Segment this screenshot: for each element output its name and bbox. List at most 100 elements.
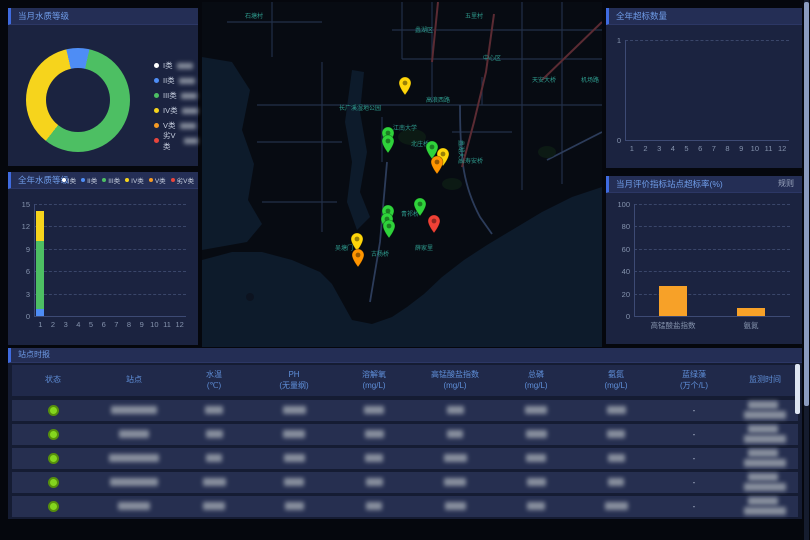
legend-dot: [154, 123, 159, 128]
x-axis-tick: 高锰酸盐指数: [639, 320, 707, 331]
page-scrollbar-track[interactable]: [804, 0, 809, 540]
legend-dot: [154, 63, 159, 68]
rules-link[interactable]: 规则: [778, 176, 794, 192]
redacted-value: [284, 454, 305, 462]
redacted-value: [111, 406, 157, 414]
value-redacted: [576, 454, 656, 464]
panel-station-table: 站点时报 状态站点水温(℃)PH(无量纲)溶解氧(mg/L)高锰酸盐指数(mg/…: [8, 348, 802, 519]
status-cell: [12, 501, 94, 512]
time-redacted: [732, 425, 798, 445]
y-axis-tick: 20: [610, 290, 630, 299]
value-redacted: [174, 430, 254, 440]
redacted-value: [526, 430, 547, 438]
page-scrollbar-thumb[interactable]: [804, 2, 809, 406]
gridline: [34, 316, 186, 317]
gridline: [34, 271, 186, 272]
station-map[interactable]: 石塘村五里村蠡湖区中心区天安大桥机场路高浪西路长广溪湿地公园江南大学北庄桥蠡湖大…: [202, 2, 602, 347]
table-row[interactable]: -: [12, 448, 798, 469]
status-indicator: [48, 453, 59, 464]
table-row[interactable]: -: [12, 424, 798, 445]
table-row[interactable]: -: [12, 496, 798, 517]
legend-label: III类: [163, 90, 177, 101]
redacted-value: [119, 430, 149, 438]
column-header: 状态: [12, 375, 94, 385]
column-header: 溶解氧(mg/L): [334, 370, 414, 391]
value-redacted: [334, 502, 414, 512]
legend-item: II类: [154, 73, 198, 88]
redacted-value: [744, 459, 786, 467]
y-axis-line: [625, 40, 626, 140]
legend-label: IV类: [131, 175, 144, 185]
map-label: 蠡湖大道: [457, 140, 465, 164]
value-redacted: [174, 478, 254, 488]
map-canvas: 石塘村五里村蠡湖区中心区天安大桥机场路高浪西路长广溪湿地公园江南大学北庄桥蠡湖大…: [202, 2, 602, 347]
redacted-value: [118, 502, 150, 510]
redacted-value: [605, 502, 628, 510]
redacted-value: [444, 454, 467, 462]
legend-label: IV类: [163, 105, 178, 116]
map-label: 长广溪湿地公园: [339, 104, 381, 112]
y-axis-tick: 6: [12, 267, 30, 276]
map-label: 寿安桥: [465, 157, 483, 165]
value-redacted: [174, 454, 254, 464]
gridline: [634, 204, 790, 205]
column-header: 监测时间: [732, 375, 798, 385]
legend-item: IV类: [125, 172, 144, 188]
legend-item: 劣V类: [154, 133, 198, 148]
redacted-value: [109, 454, 159, 462]
table-scrollbar-thumb[interactable]: [795, 364, 800, 414]
redacted-value: [206, 454, 222, 462]
value-redacted: [254, 502, 334, 512]
gridline: [34, 226, 186, 227]
legend-dot: [125, 178, 129, 182]
status-cell: [12, 405, 94, 416]
panel-station-table-header: 站点时报: [8, 348, 802, 363]
redacted-value: [744, 483, 786, 491]
value-redacted: [254, 478, 334, 488]
x-axis-tick: 12: [748, 144, 810, 153]
value-redacted: [576, 502, 656, 512]
donut-legend: I类II类III类IV类V类劣V类: [154, 58, 198, 148]
status-cell: [12, 429, 94, 440]
panel-month-grade-header: 当月水质等级: [8, 8, 198, 25]
legend-label: 劣V类: [177, 175, 194, 185]
year-exceed-bar-chart: 01123456789101112: [609, 30, 799, 164]
legend-dot: [154, 78, 159, 83]
redacted-value: [179, 78, 195, 84]
panel-year-exceed: 全年超标数量 01123456789101112: [606, 8, 802, 168]
redacted-value: [366, 478, 383, 486]
y-axis-line: [634, 204, 635, 316]
value-redacted: [254, 430, 334, 440]
value-redacted: [496, 502, 576, 512]
table-row[interactable]: -: [12, 472, 798, 493]
y-axis-tick: 1: [609, 36, 621, 45]
redacted-value: [608, 454, 625, 462]
value-redacted: [414, 430, 496, 440]
algae-cell: -: [656, 478, 732, 487]
redacted-value: [365, 454, 383, 462]
legend-label: V类: [155, 175, 166, 185]
water-quality-dashboard: 当月水质等级 I类II类III类IV类V类劣V类 全年水质等级 I类II类III…: [0, 0, 810, 540]
redacted-value: [748, 473, 778, 481]
column-header: 水温(℃): [174, 370, 254, 391]
panel-year-grade: 全年水质等级 I类II类III类IV类V类劣V类 036912151234567…: [8, 172, 198, 345]
legend-dot: [149, 178, 153, 182]
month-grade-donut-chart: [26, 48, 130, 152]
redacted-value: [447, 430, 463, 438]
time-redacted: [732, 401, 798, 421]
redacted-value: [203, 502, 225, 510]
legend-item: V类: [149, 172, 166, 188]
y-axis-tick: 60: [610, 245, 630, 254]
time-redacted: [732, 497, 798, 517]
gridline: [634, 226, 790, 227]
value-redacted: [414, 406, 496, 416]
map-label: 高浪西路: [426, 96, 450, 104]
status-cell: [12, 453, 94, 464]
redacted-value: [607, 430, 625, 438]
table-row[interactable]: -: [12, 400, 798, 421]
y-axis-tick: 100: [610, 200, 630, 209]
station-name-redacted: [94, 478, 174, 488]
station-name-redacted: [94, 454, 174, 464]
column-header: PH(无量纲): [254, 370, 334, 391]
value-redacted: [576, 406, 656, 416]
